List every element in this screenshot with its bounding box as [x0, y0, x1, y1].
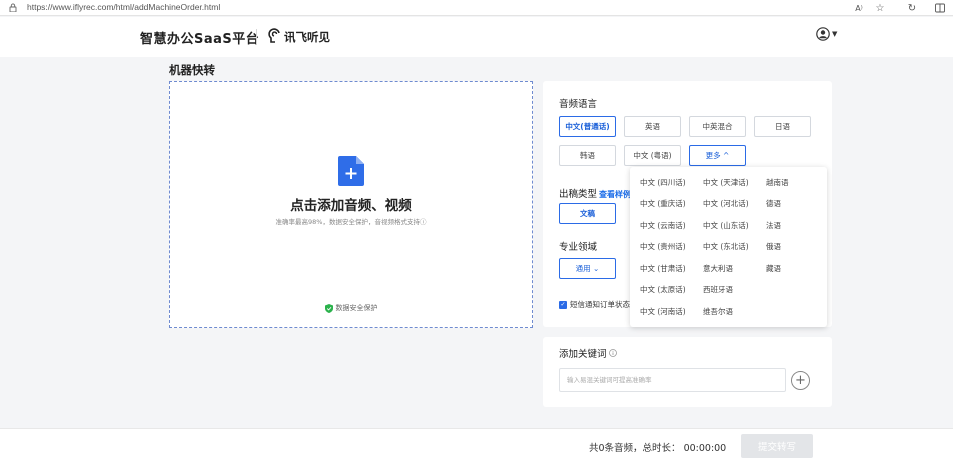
dropdown-item[interactable]: 中文 (太原话)	[640, 284, 686, 295]
lock-icon[interactable]	[9, 3, 17, 12]
audio-summary: 共0条音频，总时长： 00:00:00	[589, 443, 727, 454]
dropdown-item[interactable]: 维吾尔语	[703, 306, 733, 317]
add-keyword-icon[interactable]: +	[791, 371, 810, 390]
lang-option-cantonese[interactable]: 中文 (粤语)	[624, 145, 681, 166]
keywords-title: 添加关键词	[559, 346, 617, 360]
output-type-label-text: 出稿类型	[559, 189, 598, 200]
more-languages-dropdown: 中文 (四川话) 中文 (天津话) 越南语 中文 (重庆话) 中文 (河北话) …	[630, 167, 827, 327]
upload-subtitle: 准确率最高98%，数据安全保护，音视频格式支持ⓘ	[275, 218, 427, 226]
refresh-icon[interactable]: ↻	[906, 2, 918, 14]
dropdown-item[interactable]: 越南语	[766, 177, 789, 188]
lang-option-mandarin[interactable]: 中文(普通话)	[559, 116, 616, 137]
dropdown-item[interactable]: 俄语	[766, 241, 781, 252]
dropdown-item[interactable]: 法语	[766, 220, 781, 231]
page-title: 机器快转	[169, 63, 215, 77]
sms-notify-checkbox[interactable]: ✓	[559, 300, 567, 309]
address-url[interactable]: https://www.iflyrec.com/html/addMachineO…	[27, 2, 220, 12]
keywords-panel: 添加关键词 +	[543, 337, 832, 407]
dropdown-item[interactable]: 西班牙语	[703, 284, 733, 295]
lang-option-japanese[interactable]: 日语	[754, 116, 811, 137]
dropdown-item[interactable]: 中文 (贵州话)	[640, 241, 686, 252]
secure-label: 数据安全保护	[335, 304, 378, 312]
header-divider	[256, 29, 257, 45]
ear-logo-icon	[268, 28, 280, 43]
submit-transcription-button[interactable]: 提交转写	[741, 434, 813, 458]
dropdown-item[interactable]: 中文 (重庆话)	[640, 198, 686, 209]
brand-title[interactable]: 智慧办公SaaS平台	[140, 28, 259, 47]
sms-notify-label: 短信通知订单状态	[570, 300, 630, 309]
footer-bar: 共0条音频，总时长： 00:00:00 提交转写	[0, 428, 953, 464]
chevron-down-icon[interactable]: ▼	[832, 30, 837, 38]
domain-select[interactable]: 通用 ⌄	[559, 258, 616, 279]
lang-option-english[interactable]: 英语	[624, 116, 681, 137]
user-menu[interactable]: ▼	[816, 27, 837, 41]
lang-option-korean[interactable]: 韩语	[559, 145, 616, 166]
lang-option-mixed[interactable]: 中英混合	[689, 116, 746, 137]
dropdown-item[interactable]: 德语	[766, 198, 781, 209]
secure-badge: 数据安全保护	[170, 303, 532, 313]
output-type-option-document[interactable]: 文稿	[559, 203, 616, 224]
favorite-star-icon[interactable]: ☆	[874, 2, 886, 14]
avatar-icon[interactable]	[816, 27, 830, 41]
dropdown-item[interactable]: 中文 (河北话)	[703, 198, 749, 209]
dropdown-item[interactable]: 中文 (东北话)	[703, 241, 749, 252]
add-file-icon[interactable]	[338, 156, 364, 186]
upload-title: 点击添加音频、视频	[290, 198, 412, 214]
dropdown-item[interactable]: 中文 (云南话)	[640, 220, 686, 231]
read-aloud-icon[interactable]: A)	[853, 2, 865, 14]
split-screen-icon[interactable]	[934, 2, 946, 14]
info-icon[interactable]	[608, 349, 617, 357]
dropdown-item[interactable]: 中文 (天津话)	[703, 177, 749, 188]
upload-dropzone[interactable]: 点击添加音频、视频 准确率最高98%，数据安全保护，音视频格式支持ⓘ 数据安全保…	[169, 81, 533, 328]
keyword-input[interactable]	[559, 368, 786, 392]
keywords-title-text: 添加关键词	[559, 349, 607, 360]
dropdown-item[interactable]: 中文 (河南话)	[640, 306, 686, 317]
shield-icon	[324, 303, 333, 313]
dropdown-item[interactable]: 中文 (甘肃话)	[640, 263, 686, 274]
more-languages-button[interactable]: 更多 ^	[689, 145, 746, 166]
output-type-label: 出稿类型 查看样例	[559, 186, 631, 200]
view-sample-link[interactable]: 查看样例	[599, 190, 631, 199]
browser-address-bar: https://www.iflyrec.com/html/addMachineO…	[0, 0, 953, 16]
dropdown-item[interactable]: 中文 (山东话)	[703, 220, 749, 231]
sms-notify-row[interactable]: ✓ 短信通知订单状态	[559, 299, 630, 310]
partner-logo-text: 讯飞听见	[284, 30, 330, 44]
dropdown-item[interactable]: 中文 (四川话)	[640, 177, 686, 188]
dropdown-item[interactable]: 藏语	[766, 263, 781, 274]
audio-language-label: 音频语言	[559, 99, 598, 110]
site-header: 智慧办公SaaS平台 讯飞听见 ▼	[0, 17, 953, 57]
dropdown-item[interactable]: 意大利语	[703, 263, 733, 274]
domain-label: 专业领域	[559, 242, 598, 253]
